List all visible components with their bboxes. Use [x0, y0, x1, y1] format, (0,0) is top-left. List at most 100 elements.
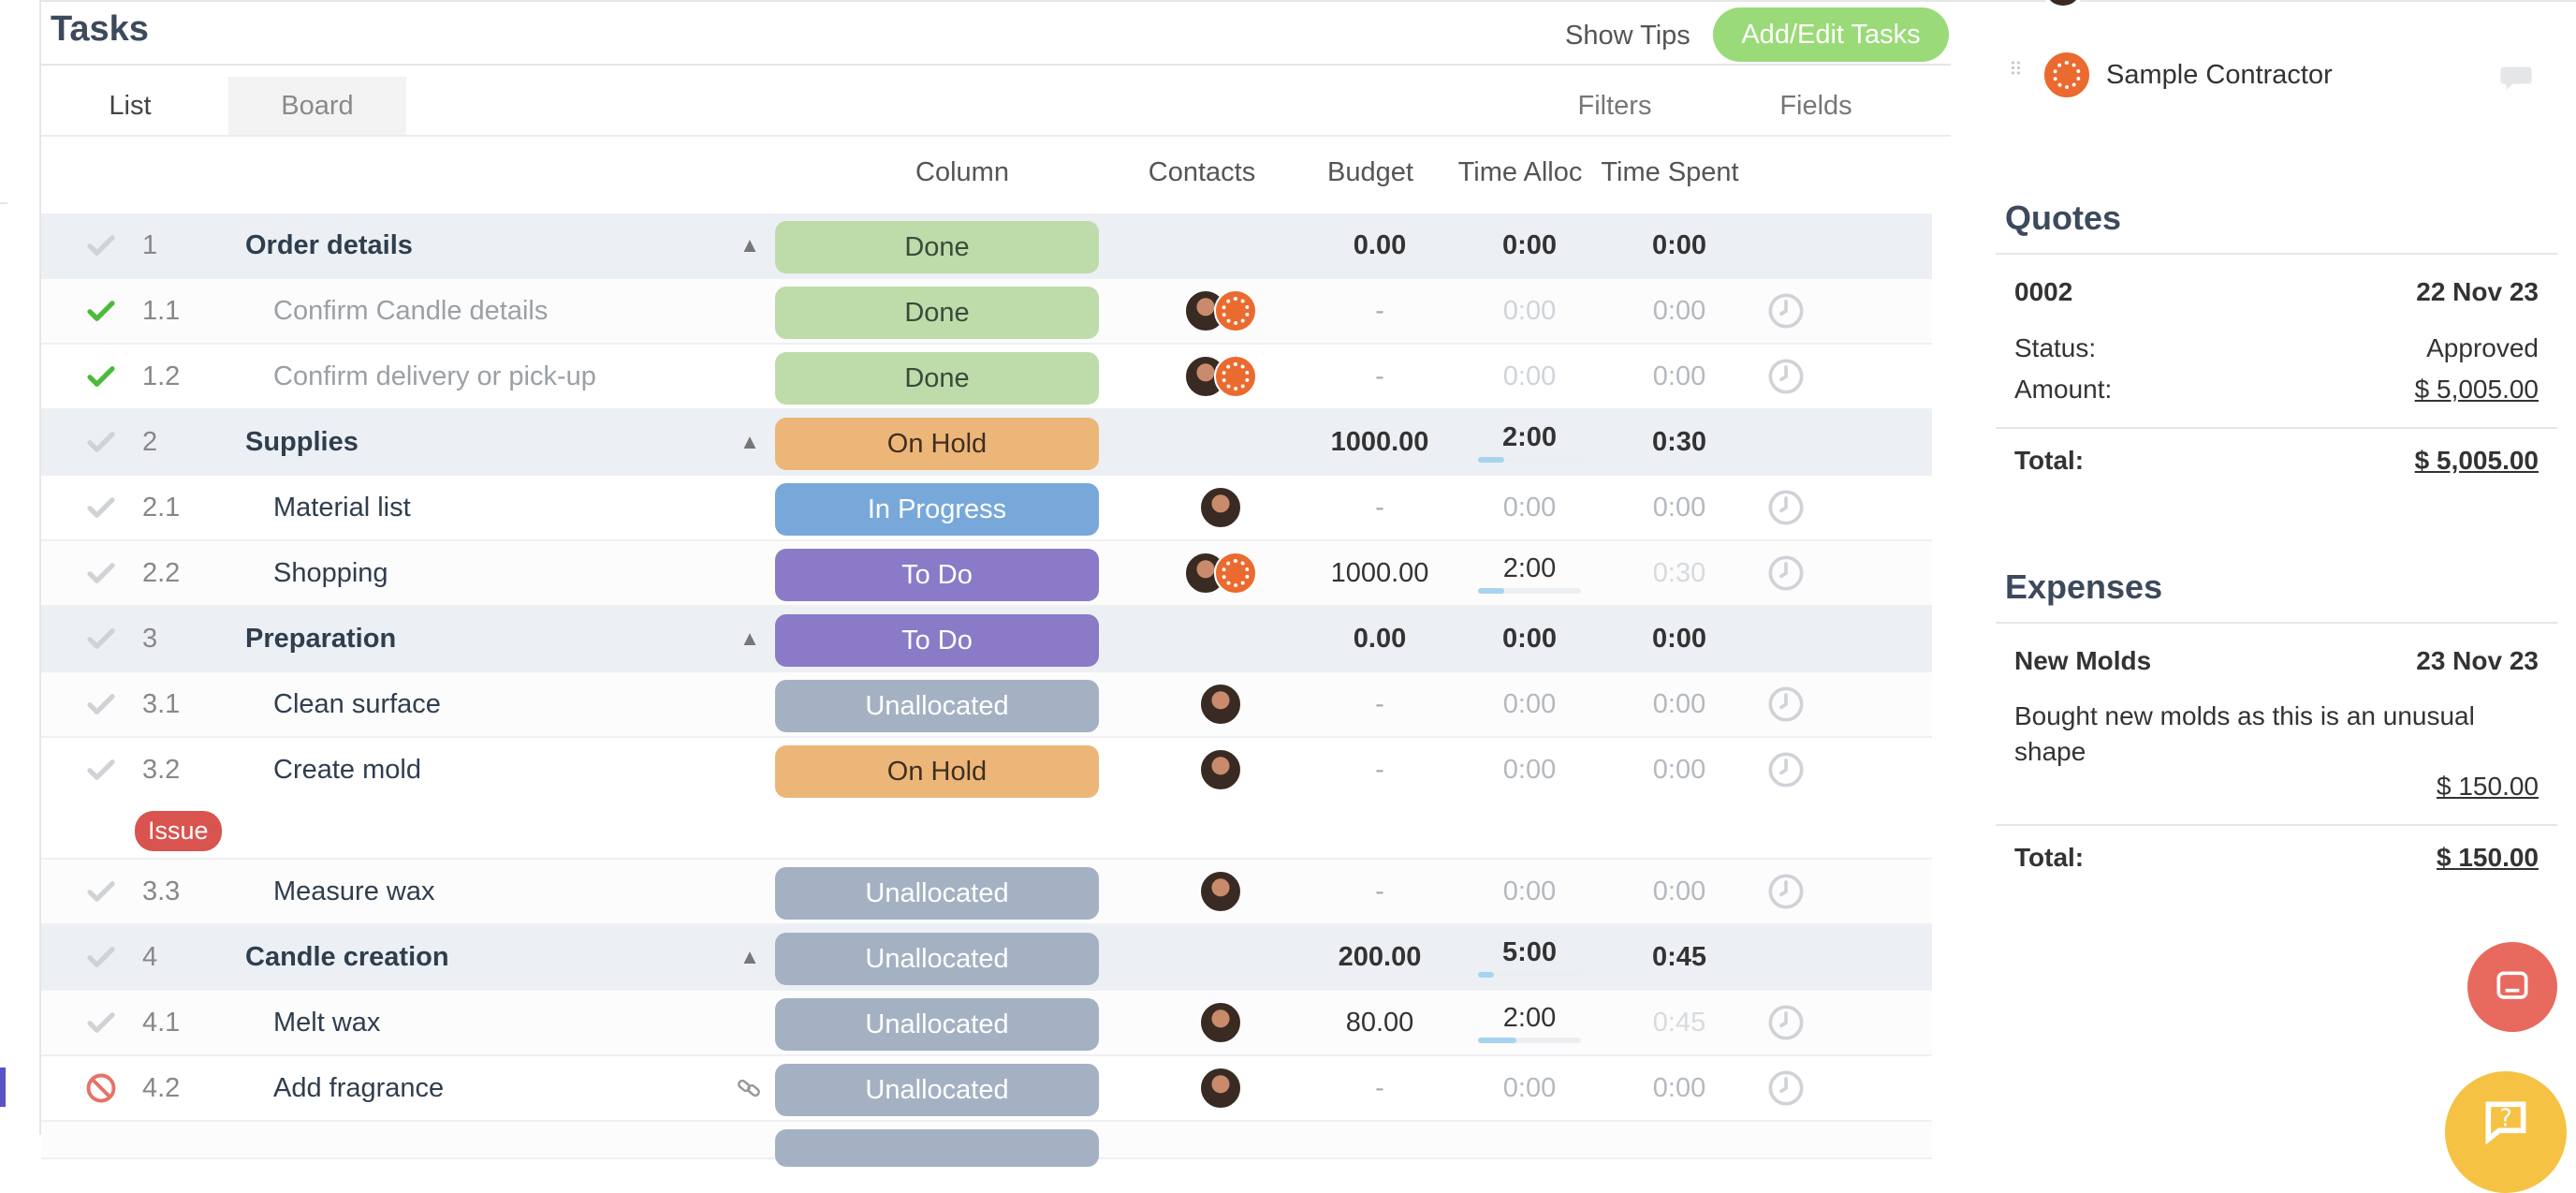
check-icon[interactable]: [82, 214, 120, 277]
tab-board[interactable]: Board: [228, 77, 406, 135]
task-name[interactable]: Supplies: [245, 410, 732, 474]
contacts[interactable]: [1155, 991, 1286, 1054]
expense-amount[interactable]: $ 150.00: [2295, 772, 2539, 802]
check-icon[interactable]: [82, 476, 120, 539]
avatar[interactable]: [1199, 870, 1242, 913]
task-name[interactable]: Clean surface: [273, 672, 760, 736]
task-row[interactable]: 1.1 Confirm Candle details Done - 0:00 0…: [41, 279, 1932, 345]
expenses-total-value[interactable]: $ 150.00: [2295, 843, 2539, 873]
avatar[interactable]: [1199, 683, 1242, 726]
check-icon[interactable]: [82, 279, 120, 343]
status-pill[interactable]: Unallocated: [775, 680, 1099, 732]
check-icon[interactable]: [82, 738, 120, 802]
clock-icon[interactable]: [1765, 672, 1807, 736]
task-row[interactable]: 3.1 Clean surface Unallocated - 0:00 0:0…: [41, 672, 1932, 738]
contacts[interactable]: [1155, 279, 1286, 343]
column-header-time-spent[interactable]: Time Spent: [1595, 157, 1745, 188]
contacts[interactable]: [1155, 541, 1286, 605]
task-name[interactable]: Candle creation: [245, 925, 732, 989]
check-icon[interactable]: [82, 672, 120, 736]
column-header-time-alloc[interactable]: Time Alloc: [1455, 157, 1586, 188]
check-icon[interactable]: [82, 345, 120, 408]
task-name[interactable]: Order details: [245, 214, 732, 277]
task-group-row[interactable]: 1 Order details ▲ Done 0.00 0:00 0:00: [41, 214, 1932, 279]
status-pill[interactable]: Unallocated: [775, 867, 1099, 920]
status-pill[interactable]: To Do: [775, 614, 1099, 667]
status-pill[interactable]: On Hold: [775, 418, 1099, 470]
avatar[interactable]: [1199, 1001, 1242, 1044]
column-header-column[interactable]: Column: [869, 157, 1056, 188]
status-pill[interactable]: Unallocated: [775, 933, 1099, 985]
status-pill[interactable]: Unallocated: [775, 1064, 1099, 1116]
task-name[interactable]: Add fragrance: [273, 1056, 760, 1120]
contacts[interactable]: [1155, 345, 1286, 408]
filters-button[interactable]: Filters: [1535, 77, 1694, 135]
status-pill[interactable]: In Progress: [775, 483, 1099, 536]
check-icon[interactable]: [82, 860, 120, 923]
tab-list[interactable]: List: [51, 77, 210, 135]
check-icon[interactable]: [82, 607, 120, 670]
clock-icon[interactable]: [1765, 860, 1807, 923]
status-pill[interactable]: To Do: [775, 549, 1099, 601]
status-pill[interactable]: Done: [775, 287, 1099, 339]
blocked-icon[interactable]: [82, 1056, 120, 1120]
task-name[interactable]: Preparation: [245, 607, 732, 670]
show-tips-link[interactable]: Show Tips: [1565, 21, 1690, 52]
check-icon[interactable]: [82, 541, 120, 605]
issue-badge[interactable]: Issue: [135, 811, 222, 851]
avatar[interactable]: [1199, 486, 1242, 529]
contacts[interactable]: [1155, 738, 1286, 802]
clock-icon[interactable]: [1765, 1056, 1807, 1120]
task-row[interactable]: 2.2 Shopping To Do 1000.00 2:00 0:30: [41, 541, 1932, 607]
help-button[interactable]: ?: [2445, 1071, 2567, 1193]
task-row[interactable]: 3.2 Create mold On Hold - 0:00 0:00 Issu…: [41, 738, 1932, 860]
status-pill[interactable]: Unallocated: [775, 998, 1099, 1051]
drag-handle-icon[interactable]: ⠿: [2009, 61, 2026, 88]
collapse-icon[interactable]: ▲: [734, 410, 766, 474]
check-icon[interactable]: [82, 410, 120, 474]
contact-name[interactable]: Sample Contractor: [2106, 60, 2333, 91]
task-group-row[interactable]: 4 Candle creation ▲ Unallocated 200.00 5…: [41, 925, 1932, 991]
status-pill[interactable]: On Hold: [775, 745, 1099, 798]
task-group-row[interactable]: 3 Preparation ▲ To Do 0.00 0:00 0:00: [41, 607, 1932, 672]
contact-item[interactable]: ⠿ Sample Contractor: [2003, 47, 2565, 103]
column-header-contacts[interactable]: Contacts: [1136, 157, 1267, 188]
contacts[interactable]: [1155, 476, 1286, 539]
task-name[interactable]: Confirm Candle details: [273, 279, 760, 343]
contractor-avatar[interactable]: [2042, 51, 2091, 99]
task-name[interactable]: Measure wax: [273, 860, 760, 923]
task-row[interactable]: 3.3 Measure wax Unallocated - 0:00 0:00: [41, 860, 1932, 925]
clock-icon[interactable]: [1765, 991, 1807, 1054]
contractor-avatar[interactable]: [1214, 355, 1257, 398]
clock-icon[interactable]: [1765, 279, 1807, 343]
clock-icon[interactable]: [1765, 345, 1807, 408]
task-row[interactable]: 4.2 Add fragrance Unallocated - 0:00 0:0…: [41, 1056, 1932, 1122]
task-name[interactable]: Create mold: [273, 738, 760, 802]
quote-amount-value[interactable]: $ 5,005.00: [2295, 375, 2539, 405]
collapse-icon[interactable]: ▲: [734, 214, 766, 277]
fields-button[interactable]: Fields: [1741, 77, 1891, 135]
contractor-avatar[interactable]: [1214, 289, 1257, 332]
status-pill[interactable]: [775, 1129, 1099, 1167]
task-group-row[interactable]: 2 Supplies ▲ On Hold 1000.00 2:00 0:30: [41, 410, 1932, 476]
link-icon[interactable]: [728, 1056, 769, 1120]
contractor-avatar[interactable]: [1214, 552, 1257, 595]
check-icon[interactable]: [82, 925, 120, 989]
check-icon[interactable]: [82, 991, 120, 1054]
task-name[interactable]: Confirm delivery or pick-up: [273, 345, 760, 408]
collapse-icon[interactable]: ▲: [734, 925, 766, 989]
clock-icon[interactable]: [1765, 541, 1807, 605]
chat-button[interactable]: [2467, 942, 2557, 1032]
collapse-icon[interactable]: ▲: [734, 607, 766, 670]
task-name[interactable]: Shopping: [273, 541, 760, 605]
contacts[interactable]: [1155, 1056, 1286, 1120]
task-row[interactable]: 2.1 Material list In Progress - 0:00 0:0…: [41, 476, 1932, 541]
contacts[interactable]: [1155, 672, 1286, 736]
status-pill[interactable]: Done: [775, 221, 1099, 273]
task-row[interactable]: 1.2 Confirm delivery or pick-up Done - 0…: [41, 345, 1932, 410]
task-row[interactable]: [41, 1122, 1932, 1167]
quote-number[interactable]: 0002: [2014, 277, 2072, 307]
task-name[interactable]: Material list: [273, 476, 760, 539]
task-row[interactable]: 4.1 Melt wax Unallocated 80.00 2:00 0:45: [41, 991, 1932, 1056]
avatar[interactable]: [1199, 1067, 1242, 1110]
